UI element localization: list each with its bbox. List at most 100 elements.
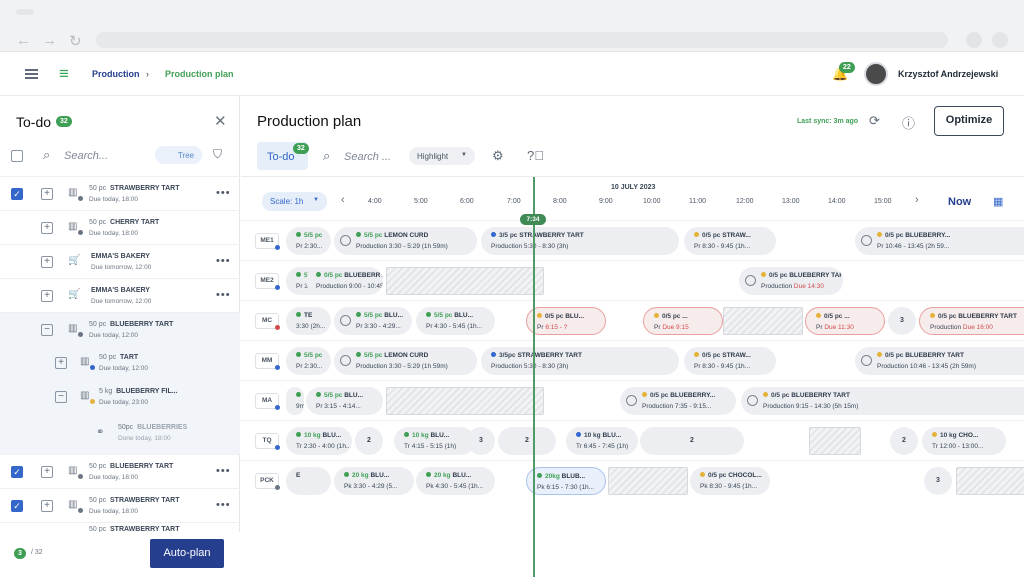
task-bar[interactable]: 5/5 pc BLU... Pr 4:30 - 5:45 (1h... [416, 307, 495, 335]
task-bar[interactable]: 10 kg BLU... Tr 6:45 - 7:45 (1h) [566, 427, 638, 455]
list-item[interactable]: + 🛒 EMMA'S BAKERY Due tomorrow, 12:00 ••… [0, 244, 240, 278]
task-bar[interactable]: RY... 9m) [286, 387, 304, 415]
list-item[interactable]: + ▥ 50 pc TART Due today, 12:00 [0, 346, 240, 380]
back-arrow-icon[interactable]: ← [16, 32, 31, 49]
task-bar[interactable]: 0/5 pc CHOCOL... Pk 8:30 - 9:45 (1h... [690, 467, 770, 495]
collapse-icon[interactable]: − [55, 391, 67, 403]
close-icon[interactable]: ✕ [214, 112, 227, 130]
hamburger-menu-icon[interactable] [25, 69, 38, 79]
item-checkbox[interactable]: ✓ [11, 500, 23, 512]
task-bar[interactable]: 3/5 pc STRAWBERRY TART Production 5:30 - … [481, 227, 679, 255]
more-options-icon[interactable]: ••• [216, 465, 231, 477]
task-bar[interactable]: 0/5 pc ... Pr Due 9:15 [643, 307, 723, 335]
task-bar[interactable]: 10 kg CHO... Tr 12:00 - 13:00... [922, 427, 1006, 455]
todo-search-input[interactable]: Search... [64, 150, 108, 162]
task-bar[interactable]: 20kg BLUB... Pk 6:15 - 7:30 (1h... [526, 467, 606, 495]
task-bar[interactable]: 5/5 pc Pr 2:30... [286, 347, 331, 375]
list-item[interactable]: ✓ + ▥ 50 pc STRAWBERRY TART Due today, 1… [0, 176, 240, 210]
task-bar[interactable]: 5/5 pc LEMON CURD Production 3:30 - 5:29 … [334, 227, 477, 255]
task-bar[interactable]: 10 kg BLU... Tr 4:15 - 5:15 (1h) [394, 427, 475, 455]
task-bar[interactable]: 20 kg BLU... Pk 4:30 - 5:45 (1h... [416, 467, 495, 495]
chevron-right-icon[interactable]: › [915, 194, 919, 206]
grouped-tasks-count[interactable]: 3 [467, 427, 495, 455]
lane-label[interactable]: MC [255, 313, 280, 330]
more-options-icon[interactable]: ••• [216, 499, 231, 511]
more-options-icon[interactable]: ••• [216, 289, 231, 301]
task-bar[interactable]: 0/5 pc BLUEBERRY TART Production Due 14:3… [739, 267, 843, 295]
forward-arrow-icon[interactable]: → [42, 32, 57, 49]
tree-toggle-button[interactable]: Tree [155, 146, 202, 164]
task-bar[interactable]: 0/5 pc BLUEBERRY... Production 7:35 - 9:1… [620, 387, 736, 415]
filter-icon[interactable]: ⛉ [213, 147, 222, 162]
task-bar[interactable]: 5/5 pc BLU... Pr 3:30 - 4:29... [334, 307, 412, 335]
info-icon[interactable]: ⓘ [902, 113, 915, 132]
expand-icon[interactable]: + [41, 500, 53, 512]
task-bar[interactable]: 5/5 pc BLU... Pr 3:15 - 4:14... [306, 387, 383, 415]
list-item[interactable]: ✓ + ▥ 50 pc STRAWBERRY TART Due today, 1… [0, 488, 240, 522]
lane-label[interactable]: MA [255, 393, 280, 410]
expand-icon[interactable]: + [41, 188, 53, 200]
expand-icon[interactable]: + [55, 357, 67, 369]
reload-icon[interactable]: ↻ [69, 32, 82, 50]
grouped-tasks-count[interactable]: 2 [355, 427, 383, 455]
scale-dropdown[interactable]: Scale: 1h ▼ [262, 192, 327, 211]
task-bar[interactable]: 0/5 pc STRAW... Pr 8:30 - 9:45 (1h... [684, 227, 776, 255]
task-bar[interactable]: 10 kg BLU... Tr 2:30 - 4:00 (1h... [286, 427, 352, 455]
expand-icon[interactable]: + [41, 222, 53, 234]
task-bar[interactable]: 0/5 pc BLUEBERRY TART Production 10:46 - … [855, 347, 1024, 375]
list-item[interactable]: + ▥ 50 pc CHERRY TART Due today, 18:00 [0, 210, 240, 244]
browser-action-icon[interactable] [966, 32, 982, 48]
avatar[interactable] [864, 62, 888, 86]
browser-menu-icon[interactable] [992, 32, 1008, 48]
breadcrumb-production[interactable]: Production [92, 69, 140, 79]
optimize-button[interactable]: Optimize [934, 106, 1004, 136]
expand-icon[interactable]: + [41, 466, 53, 478]
grouped-tasks-count[interactable]: 3 [888, 307, 916, 335]
task-bar[interactable]: 0/5 pc BLUEBERRY TART Production Due 16:0… [919, 307, 1024, 335]
auto-plan-button[interactable]: Auto-plan [150, 539, 224, 568]
app-logo[interactable]: ≡ [59, 64, 69, 84]
sync-icon[interactable]: ⟳ [869, 113, 880, 129]
more-options-icon[interactable]: ••• [216, 187, 231, 199]
user-name[interactable]: Krzysztof Andrzejewski [898, 69, 998, 79]
expand-icon[interactable]: + [41, 256, 53, 268]
grouped-tasks-count[interactable]: 2 [498, 427, 556, 455]
list-item[interactable]: ✓ + ▥ 50 pc BLUEBERRY TART Due today, 18… [0, 454, 240, 488]
task-bar[interactable]: E [286, 467, 331, 495]
plan-search-input[interactable]: Search ... [344, 151, 391, 163]
address-bar[interactable] [96, 32, 948, 48]
list-item[interactable]: ⚭ 50pc BLUEBERRIES Done today, 18:00 [0, 414, 240, 454]
grouped-tasks-count[interactable]: 2 [640, 427, 744, 455]
item-checkbox[interactable]: ✓ [11, 466, 23, 478]
lane-label[interactable]: TQ [255, 433, 280, 450]
help-icon[interactable]: ?⃝ [527, 148, 544, 163]
lane-label[interactable]: MM [255, 353, 280, 370]
now-button[interactable]: Now [948, 196, 971, 208]
task-bar[interactable]: TE 3:30 (2h... [286, 307, 331, 335]
task-bar[interactable]: 5/5 pc LEMON CURD Production 3:30 - 5:29 … [334, 347, 477, 375]
task-bar[interactable]: 0/5 pc BLU... Pr 6:15 - ? [526, 307, 606, 335]
task-bar[interactable]: 0/5 pc BLUEBERRY... Production 9:00 - 10:… [306, 267, 383, 295]
expand-icon[interactable]: + [41, 290, 53, 302]
task-bar[interactable]: 0/5 pc BLUEBERRY TART Production 9:15 - 1… [741, 387, 1024, 415]
list-item[interactable]: − ▥ 50 pc BLUEBERRY TART Due today, 12:0… [0, 312, 240, 346]
lane-label[interactable]: ME2 [255, 273, 280, 290]
calendar-icon[interactable]: ▦ [993, 195, 1003, 208]
chevron-left-icon[interactable]: ‹ [341, 194, 345, 206]
task-bar[interactable]: 3/5pc STRAWBERRY TART Production 5:30 - 8… [481, 347, 679, 375]
list-item[interactable]: − ▥ 5 kg BLUEBERRY FIL... Due today, 23:… [0, 380, 240, 414]
grouped-tasks-count[interactable]: 3 [924, 467, 952, 495]
more-options-icon[interactable]: ••• [216, 255, 231, 267]
gear-icon[interactable]: ⚙ [492, 148, 504, 164]
task-bar[interactable]: 20 kg BLU... Pk 3:30 - 4:29 (5... [334, 467, 414, 495]
lane-label[interactable]: PCK [255, 473, 280, 490]
task-bar[interactable]: 0/5 pc ... Pr Due 11:30 [805, 307, 885, 335]
task-bar[interactable]: 0/5 pc BLUEBERRY... Pr 10:46 - 13:45 (2h … [855, 227, 1024, 255]
list-item[interactable]: + 🛒 EMMA'S BAKERY Due tomorrow, 12:00 ••… [0, 278, 240, 312]
task-bar[interactable]: 0/5 pc STRAW... Pr 8:30 - 9:45 (1h... [684, 347, 776, 375]
collapse-icon[interactable]: − [41, 324, 53, 336]
select-all-checkbox[interactable] [11, 150, 23, 162]
lane-label[interactable]: ME1 [255, 233, 280, 250]
grouped-tasks-count[interactable]: 2 [890, 427, 918, 455]
item-checkbox[interactable]: ✓ [11, 188, 23, 200]
